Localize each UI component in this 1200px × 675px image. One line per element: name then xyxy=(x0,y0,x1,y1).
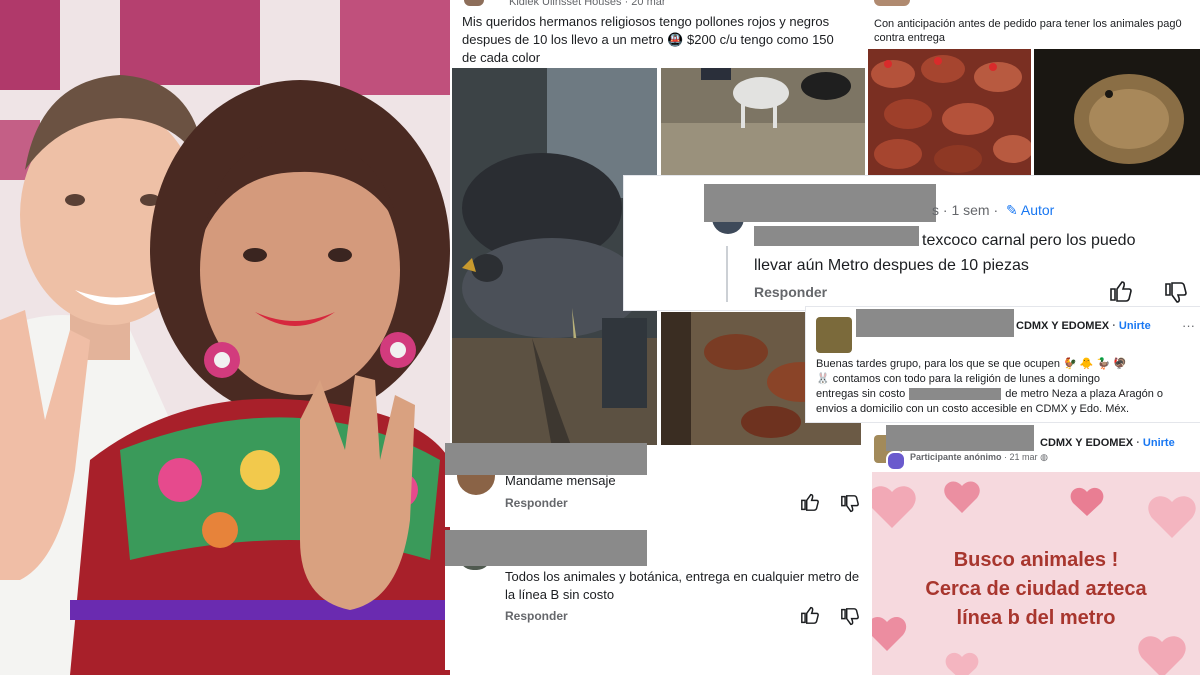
group-name[interactable]: CDMX Y EDOMEX xyxy=(1040,437,1133,449)
post-advance-order: Con anticipación antes de pedido para te… xyxy=(868,0,1200,48)
reply-button[interactable]: Responder xyxy=(754,284,827,300)
post-text: Mis queridos hermanos religiosos tengo p… xyxy=(462,14,834,65)
anonymous-icon xyxy=(886,451,906,471)
pencil-icon: ✎ xyxy=(1006,202,1018,218)
comment-text: Mandame mensaje xyxy=(505,473,616,488)
post-time[interactable]: 20 mar xyxy=(631,0,665,8)
redacted-name xyxy=(445,443,647,475)
reply-button[interactable]: Responder xyxy=(505,609,568,623)
group-name[interactable]: CDMX Y EDOMEX xyxy=(1016,320,1109,332)
comment-text: Todos los animales y botánica, entrega e… xyxy=(505,569,860,602)
more-options-icon[interactable]: ··· xyxy=(1182,318,1195,333)
thread-line xyxy=(726,246,728,302)
comment-message: Mandame mensaje Responder xyxy=(445,443,872,527)
post-text: Con anticipación antes de pedido para te… xyxy=(874,18,1182,44)
comment-text: texcoco carnal pero los puedo llevar aún… xyxy=(754,232,1136,274)
redacted-name xyxy=(445,530,647,566)
post-time[interactable]: 21 mar xyxy=(1010,452,1038,462)
poster-text: Busco animales ! Cerca de ciudad azteca … xyxy=(925,549,1147,629)
redacted-name xyxy=(856,309,1014,337)
like-icon[interactable] xyxy=(800,606,820,624)
comment-delivery-line-b: Todos los animales y botánica, entrega e… xyxy=(445,530,872,670)
post-group-delivery: CDMX Y EDOMEX · Unirte ··· Buenas tardes… xyxy=(806,307,1200,422)
author-name[interactable]: Kidlek Ulinsset Houses xyxy=(509,0,622,8)
campaign-photo-illustration xyxy=(0,0,450,675)
author-avatar[interactable] xyxy=(464,0,484,6)
comment-time[interactable]: s · 1 sem · xyxy=(932,202,998,218)
author-badge[interactable]: ✎ Autor xyxy=(1006,202,1054,218)
like-icon[interactable] xyxy=(1109,280,1133,302)
photo-goats[interactable] xyxy=(661,68,865,175)
photo-quail[interactable] xyxy=(1034,49,1200,176)
dislike-icon[interactable] xyxy=(1164,282,1188,304)
post-text: Buenas tardes grupo, para los que se que… xyxy=(816,358,1164,415)
join-button[interactable]: Unirte xyxy=(1143,437,1175,449)
comment-texcoco: s · 1 sem · ✎ Autor texcoco carnal pero … xyxy=(624,176,1200,310)
author-avatar[interactable] xyxy=(874,0,910,6)
globe-icon: ◍ xyxy=(1040,452,1048,462)
reply-button[interactable]: Responder xyxy=(505,496,568,510)
campaign-photo xyxy=(0,0,450,675)
author-name[interactable]: Participante anónimo xyxy=(910,452,1002,462)
redacted-name xyxy=(886,425,1034,451)
dislike-icon[interactable] xyxy=(840,608,860,626)
dislike-icon[interactable] xyxy=(840,495,860,513)
photo-red-hens-flock[interactable] xyxy=(868,49,1031,176)
post-chickens: Kidlek Ulinsset Houses · 20 mar Mis quer… xyxy=(452,0,865,68)
redacted-name xyxy=(704,184,936,222)
poster-image[interactable]: Busco animales ! Cerca de ciudad azteca … xyxy=(872,472,1200,675)
join-button[interactable]: Unirte xyxy=(1119,320,1151,332)
like-icon[interactable] xyxy=(800,493,820,511)
post-anonymous-header: CDMX Y EDOMEX · Unirte Participante anón… xyxy=(872,425,1200,472)
redacted-location xyxy=(909,388,1002,401)
group-avatar[interactable] xyxy=(816,317,852,353)
